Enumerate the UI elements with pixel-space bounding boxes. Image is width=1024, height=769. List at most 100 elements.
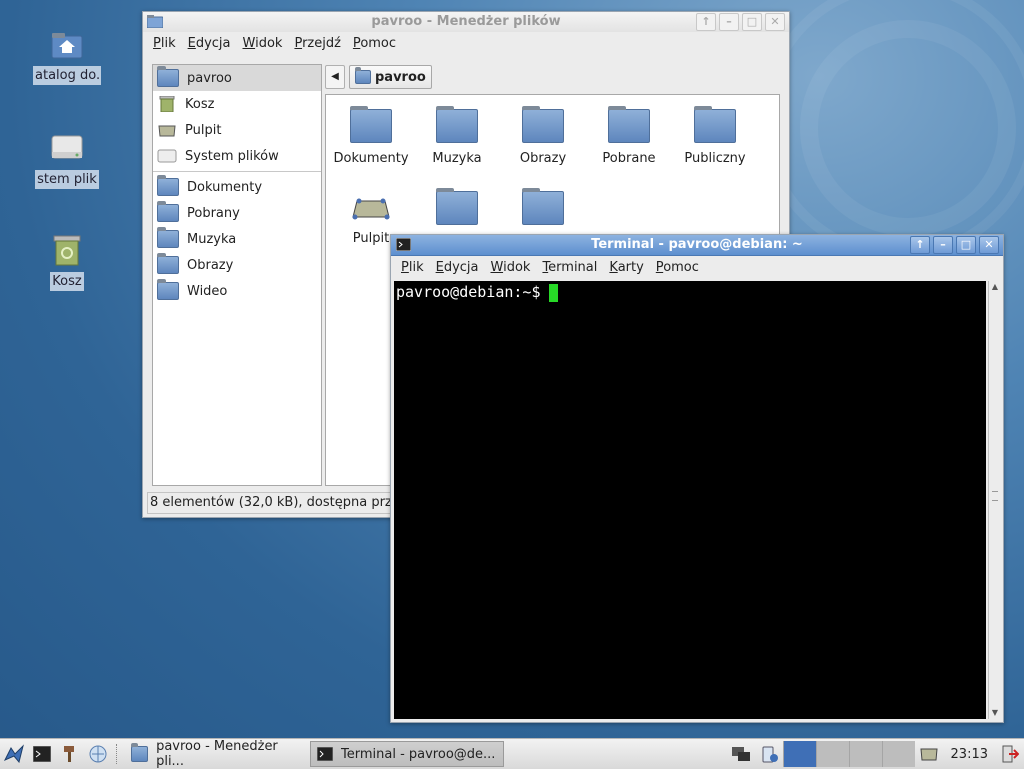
file-label: Dokumenty [333, 151, 409, 166]
path-back-button[interactable]: ◀ [325, 65, 345, 89]
file-item-dokumenty[interactable]: Dokumenty [328, 106, 414, 166]
menu-widok[interactable]: Widok [237, 36, 289, 51]
places-sidebar: pavroo Kosz Pulpit System plików Dokumen… [152, 64, 322, 486]
terminal-icon [316, 746, 334, 762]
shade-button[interactable]: ↑ [696, 13, 716, 31]
folder-icon [157, 279, 179, 300]
folder-icon [131, 743, 149, 762]
folder-icon [157, 201, 179, 222]
folder-icon [157, 227, 179, 248]
sidebar-item-label: Pulpit [185, 122, 222, 138]
path-label: pavroo [375, 69, 426, 85]
scroll-up-icon[interactable]: ▲ [989, 281, 1001, 293]
file-item[interactable] [500, 188, 586, 233]
show-desktop-icon[interactable] [918, 744, 940, 764]
drive-icon [157, 148, 177, 164]
sidebar-item-label: Muzyka [187, 231, 237, 247]
folder-icon [350, 106, 392, 143]
sidebar-item-dokumenty[interactable]: Dokumenty [153, 174, 321, 200]
menu-terminal[interactable]: Terminal [536, 260, 603, 275]
folder-icon [522, 106, 564, 143]
sidebar-item-home[interactable]: pavroo [153, 65, 321, 91]
desktop-icon-label: Kosz [50, 272, 84, 291]
window-title: Terminal - pavroo@debian: ~ [591, 237, 803, 252]
workspace-2[interactable] [815, 741, 849, 767]
desktop-icon [157, 122, 177, 138]
menu-edycja[interactable]: Edycja [182, 36, 237, 51]
sidebar-item-pobrany[interactable]: Pobrany [153, 200, 321, 226]
sidebar-item-trash[interactable]: Kosz [153, 91, 321, 117]
folder-icon [157, 175, 179, 196]
terminal-icon [395, 237, 412, 252]
sidebar-item-wideo[interactable]: Wideo [153, 278, 321, 304]
browser-icon[interactable] [87, 744, 109, 764]
menu-edycja[interactable]: Edycja [430, 260, 485, 275]
file-item[interactable] [414, 188, 500, 233]
background-swirl [760, 0, 1024, 260]
terminal-window: Terminal - pavroo@debian: ~ ↑ – □ ✕ Plik… [390, 234, 1004, 723]
path-button-home[interactable]: pavroo [349, 65, 432, 89]
file-label: Pobrane [602, 151, 656, 166]
workspace-3[interactable] [848, 741, 882, 767]
file-item-obrazy[interactable]: Obrazy [500, 106, 586, 166]
close-button[interactable]: ✕ [979, 236, 999, 254]
trash-icon [50, 234, 84, 268]
sidebar-item-obrazy[interactable]: Obrazy [153, 252, 321, 278]
menu-plik[interactable]: Plik [395, 260, 430, 275]
minimize-button[interactable]: – [933, 236, 953, 254]
network-icon[interactable] [730, 744, 752, 764]
desktop-icon-home[interactable]: atalog do. [27, 28, 107, 89]
scrollbar-grip[interactable] [992, 491, 998, 501]
file-manager-titlebar[interactable]: pavroo - Menedżer plików ↑ – □ ✕ [143, 12, 789, 32]
task-file-manager[interactable]: pavroo - Menedżer pli... [124, 739, 308, 769]
workspace-4[interactable] [881, 741, 915, 767]
sidebar-item-label: Obrazy [187, 257, 234, 273]
file-label: Pulpit [352, 231, 390, 246]
taskbar-separator [116, 744, 118, 764]
task-terminal[interactable]: Terminal - pavroo@de... [310, 741, 504, 767]
sidebar-item-muzyka[interactable]: Muzyka [153, 226, 321, 252]
desktop-icon-filesystem[interactable]: stem plik [27, 132, 107, 193]
terminal-scrollbar[interactable]: ▲ ▼ [988, 281, 1001, 719]
terminal-output[interactable]: pavroo@debian:~$ [394, 281, 986, 719]
app-menu-icon[interactable] [3, 744, 25, 764]
maximize-button[interactable]: □ [742, 13, 762, 31]
folder-icon [436, 188, 478, 225]
sidebar-item-label: System plików [185, 148, 279, 164]
shade-button[interactable]: ↑ [910, 236, 930, 254]
menu-pomoc[interactable]: Pomoc [347, 36, 402, 51]
sidebar-item-desktop[interactable]: Pulpit [153, 117, 321, 143]
desktop-icon-trash[interactable]: Kosz [27, 234, 107, 295]
logout-icon[interactable] [999, 744, 1021, 764]
taskbar: pavroo - Menedżer pli... Terminal - pavr… [0, 738, 1024, 769]
menu-pomoc[interactable]: Pomoc [650, 260, 705, 275]
maximize-button[interactable]: □ [956, 236, 976, 254]
terminal-titlebar[interactable]: Terminal - pavroo@debian: ~ ↑ – □ ✕ [391, 235, 1003, 256]
folder-icon [608, 106, 650, 143]
clock[interactable]: 23:13 [951, 747, 988, 762]
battery-icon[interactable] [758, 744, 780, 764]
drive-icon [50, 132, 84, 166]
sidebar-item-label: Dokumenty [187, 179, 263, 195]
folder-icon [146, 14, 164, 29]
task-label: Terminal - pavroo@de... [341, 746, 496, 762]
file-item-pobrane[interactable]: Pobrane [586, 106, 672, 166]
menu-przejdz[interactable]: Przejdź [288, 36, 346, 51]
menu-widok[interactable]: Widok [485, 260, 537, 275]
close-button[interactable]: ✕ [765, 13, 785, 31]
menu-karty[interactable]: Karty [603, 260, 649, 275]
file-item-publiczny[interactable]: Publiczny [672, 106, 758, 166]
terminal-launcher-icon[interactable] [31, 744, 53, 764]
settings-tool-icon[interactable] [59, 744, 81, 764]
desktop-icon-label: atalog do. [33, 66, 101, 85]
menu-plik[interactable]: Plik [147, 36, 182, 51]
workspace-pager [782, 741, 915, 767]
minimize-button[interactable]: – [719, 13, 739, 31]
task-label: pavroo - Menedżer pli... [156, 739, 278, 769]
sidebar-item-filesystem[interactable]: System plików [153, 143, 321, 169]
scroll-down-icon[interactable]: ▼ [989, 707, 1001, 719]
home-folder-icon [157, 66, 179, 87]
workspace-1[interactable] [782, 741, 816, 767]
file-item-muzyka[interactable]: Muzyka [414, 106, 500, 166]
file-label: Muzyka [432, 151, 482, 166]
